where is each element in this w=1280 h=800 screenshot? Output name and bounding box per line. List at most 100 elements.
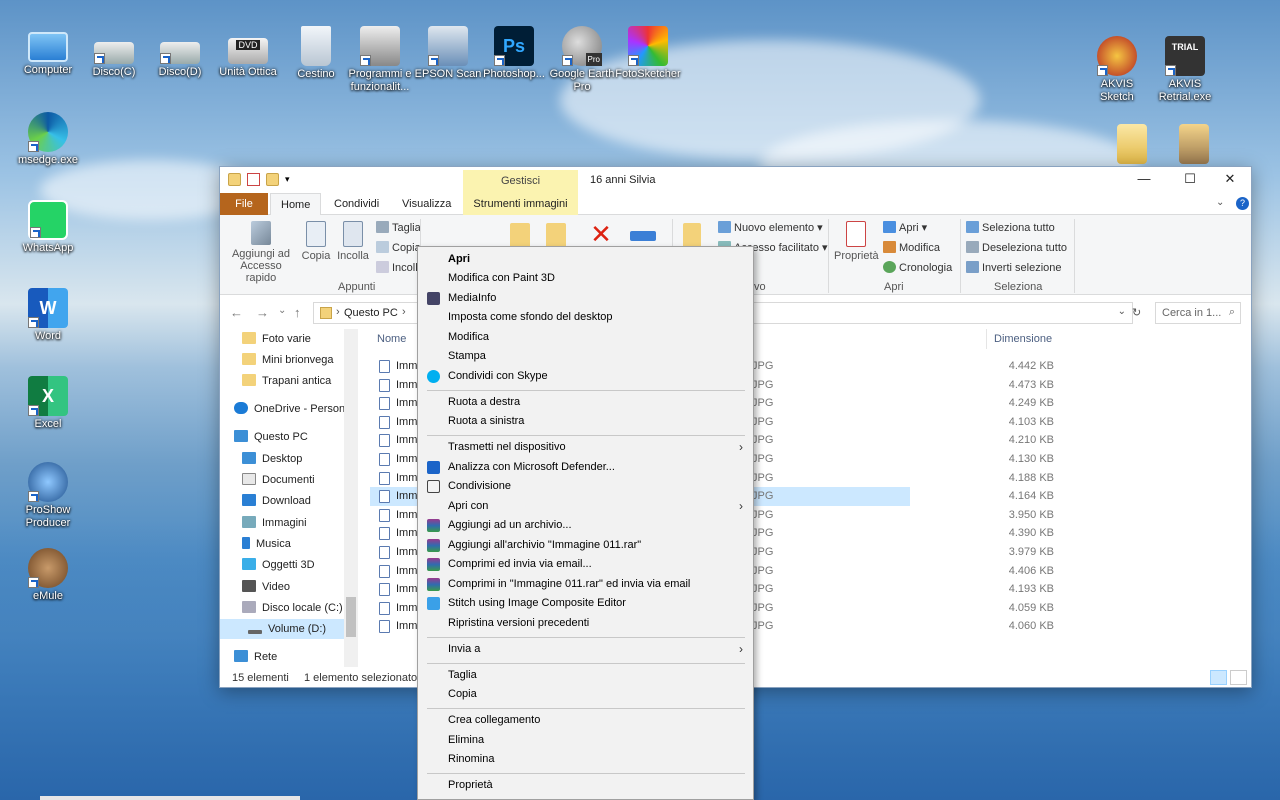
column-header-size[interactable]: Dimensione [994,333,1052,345]
desktop-folder-1[interactable] [1098,124,1166,166]
desktop-icon-fotosketcher[interactable]: FotoSketcher [614,26,682,81]
nav-item-onedrive[interactable]: OneDrive - Person [234,399,345,419]
tab-share[interactable]: Condividi [324,193,389,215]
menu-item-defender[interactable]: Analizza con Microsoft Defender... [418,458,753,477]
desktop-icon-akvis-sketch[interactable]: AKVIS Sketch [1084,36,1150,104]
column-header-name[interactable]: Nome [377,333,406,345]
tab-file[interactable]: File [220,193,268,215]
menu-item-stitch[interactable]: Stitch using Image Composite Editor [418,594,753,613]
menu-item-compress-rar-email[interactable]: Comprimi in "Immagine 011.rar" ed invia … [418,575,753,594]
nav-item-desktop[interactable]: Desktop [242,449,302,469]
menu-item-mediainfo[interactable]: MediaInfo [418,289,753,308]
menu-item-create-shortcut[interactable]: Crea collegamento [418,711,753,730]
menu-item-rotate-left[interactable]: Ruota a sinistra [418,412,753,431]
paste-button[interactable]: Incolla [336,221,370,262]
menu-item-send-to[interactable]: Invia a › [418,640,753,659]
chevron-down-icon[interactable]: ▾ [285,173,298,186]
menu-item-paint3d[interactable]: Modifica con Paint 3D [418,269,753,288]
menu-item-stampa[interactable]: Stampa [418,347,753,366]
open-button[interactable]: Apri ▾ [883,221,927,234]
menu-item-set-wallpaper[interactable]: Imposta come sfondo del desktop [418,308,753,327]
desktop-icon-unita-ottica[interactable]: DVD Unità Ottica [214,26,282,79]
tiles-view-button[interactable] [1230,670,1247,685]
tab-image-tools[interactable]: Strumenti immagini [463,193,578,215]
copy-path-button[interactable]: Copia [376,241,421,254]
nav-item-trapani-antica[interactable]: Trapani antica [242,371,331,391]
forward-arrow-icon[interactable]: → [256,305,269,320]
paste-shortcut-button[interactable]: Incoll [376,261,418,274]
desktop-icon-google-earth[interactable]: Pro Google Earth Pro [548,26,616,94]
desktop-icon-computer[interactable]: Computer [14,26,82,77]
new-item-button[interactable]: Nuovo elemento ▾ [718,221,823,234]
history-button[interactable]: Cronologia [883,261,952,274]
nav-item-documenti[interactable]: Documenti [242,470,315,490]
menu-item-modifica[interactable]: Modifica [418,328,753,347]
minimize-button[interactable]: — [1121,167,1167,193]
menu-item-apri[interactable]: Apri [418,250,753,269]
edit-button[interactable]: Modifica [883,241,940,254]
desktop-icon-excel[interactable]: X Excel [14,376,82,431]
menu-item-cast[interactable]: Trasmetti nel dispositivo › [418,438,753,457]
nav-item-foto-varie[interactable]: Foto varie [242,329,311,349]
desktop-icon-epson-scan[interactable]: EPSON Scan [414,26,482,81]
nav-item-oggetti-3d[interactable]: Oggetti 3D [242,555,315,575]
menu-item-delete[interactable]: Elimina [418,731,753,750]
nav-item-disco-locale-c[interactable]: Disco locale (C:) [242,598,343,618]
desktop-icon-disco-c[interactable]: Disco(C) [80,26,148,79]
properties-check-icon[interactable] [247,173,260,186]
back-arrow-icon[interactable]: ← [230,305,243,320]
new-folder-icon[interactable] [266,173,279,186]
desktop-icon-programmi[interactable]: Programmi e funzionalit... [344,26,416,94]
close-button[interactable]: ✕ [1207,167,1253,193]
desktop-icon-akvis-retrial[interactable]: TRIAL AKVIS Retrial.exe [1152,36,1218,104]
cut-button[interactable]: Taglia [376,221,421,234]
address-dropdown-icon[interactable]: ⌄ [1118,306,1126,317]
desktop-icon-proshow[interactable]: ProShow Producer [14,462,82,530]
chevron-down-icon[interactable]: ⌄ [1216,197,1224,208]
menu-item-share[interactable]: Condivisione [418,477,753,496]
recent-chevron-icon[interactable]: ⌄ [278,305,286,316]
desktop-icon-word[interactable]: W Word [14,288,82,343]
select-none-button[interactable]: Deseleziona tutto [966,241,1067,254]
desktop-icon-emule[interactable]: eMule [14,548,82,603]
menu-item-compress-email[interactable]: Comprimi ed invia via email... [418,555,753,574]
desktop-icon-disco-d[interactable]: Disco(D) [146,26,214,79]
nav-item-rete[interactable]: Rete [234,647,277,667]
menu-item-rotate-right[interactable]: Ruota a destra [418,393,753,412]
desktop-icon-cestino[interactable]: Cestino [282,26,350,81]
desktop-folder-2[interactable] [1160,124,1228,166]
desktop-icon-whatsapp[interactable]: WhatsApp [14,200,82,255]
nav-item-download[interactable]: Download [242,491,311,511]
nav-scrollbar-thumb[interactable] [346,597,356,637]
pin-quick-access-button[interactable]: Aggiungi ad Accesso rapido [226,221,296,284]
up-arrow-icon[interactable]: ↑ [294,305,301,320]
desktop-icon-msedge[interactable]: msedge.exe [14,112,82,167]
refresh-icon[interactable]: ↻ [1132,306,1141,319]
menu-item-properties[interactable]: Proprietà [418,776,753,795]
help-icon[interactable]: ? [1236,197,1249,210]
menu-item-skype[interactable]: Condividi con Skype [418,367,753,386]
nav-item-musica[interactable]: Musica [242,534,291,554]
nav-item-video[interactable]: Video [242,577,290,597]
tab-home[interactable]: Home [270,193,322,215]
copy-button[interactable]: Copia [300,221,332,262]
menu-item-add-archive[interactable]: Aggiungi ad un archivio... [418,516,753,535]
menu-item-rename[interactable]: Rinomina [418,750,753,769]
tab-view[interactable]: Visualizza [392,193,461,215]
nav-item-immagini[interactable]: Immagini [242,513,307,533]
properties-button[interactable]: Proprietà [834,221,879,262]
select-all-button[interactable]: Seleziona tutto [966,221,1055,234]
nav-item-mini-brionvega[interactable]: Mini brionvega [242,350,334,370]
search-input[interactable]: Cerca in 1... ⌕ [1155,302,1241,324]
menu-item-cut[interactable]: Taglia [418,666,753,685]
menu-item-restore-versions[interactable]: Ripristina versioni precedenti [418,614,753,633]
menu-item-open-with[interactable]: Apri con › [418,497,753,516]
menu-item-add-to-rar[interactable]: Aggiungi all'archivio "Immagine 011.rar" [418,536,753,555]
breadcrumb-questo-pc[interactable]: Questo PC [344,307,398,319]
nav-item-volume-d[interactable]: Volume (D:) [220,619,344,639]
invert-selection-button[interactable]: Inverti selezione [966,261,1062,274]
menu-item-copy[interactable]: Copia [418,685,753,704]
desktop-icon-photoshop[interactable]: Ps Photoshop... [480,26,548,81]
rename-button[interactable] [630,221,656,244]
nav-item-questo-pc[interactable]: Questo PC [234,427,308,447]
